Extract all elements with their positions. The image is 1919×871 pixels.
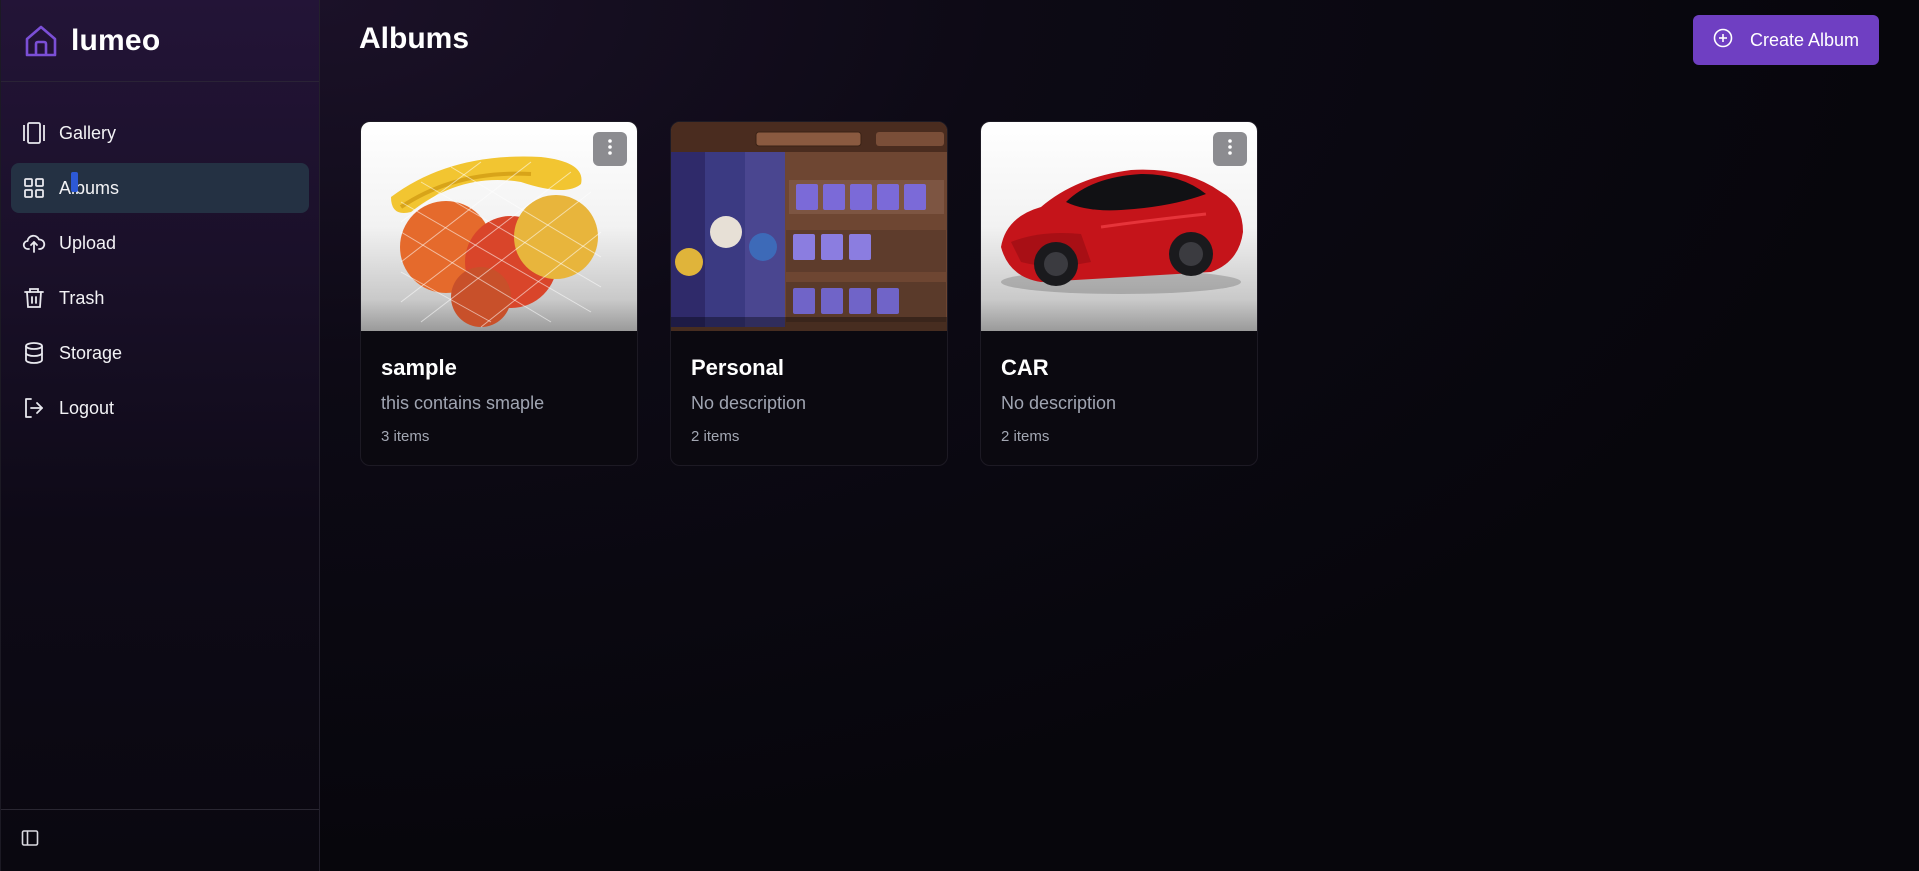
album-thumbnail[interactable]	[981, 122, 1257, 331]
sidebar-item-storage[interactable]: Storage	[11, 328, 309, 378]
logout-icon	[22, 396, 46, 420]
plus-circle-icon	[1713, 28, 1733, 53]
grid-icon	[22, 176, 46, 200]
more-vertical-icon	[1227, 138, 1233, 161]
sidebar-item-gallery[interactable]: Gallery	[11, 108, 309, 158]
album-description: No description	[691, 393, 807, 413]
album-grid: sample this contains smaple 3 items Pers…	[360, 121, 1258, 466]
album-card-sample[interactable]: sample this contains smaple 3 items	[360, 121, 638, 466]
game-screenshot-image	[671, 122, 947, 331]
trash-icon	[22, 286, 46, 310]
album-item-count: 2 items	[1001, 428, 1050, 445]
album-title: sample	[381, 355, 457, 380]
album-card-car[interactable]: CAR No description 2 items	[980, 121, 1258, 466]
sidebar-item-label: Storage	[59, 342, 123, 363]
sidebar-item-label: Logout	[59, 397, 115, 418]
sidebar-item-label: Trash	[59, 287, 105, 308]
main-content: Albums Create Album sample this contains…	[320, 0, 1919, 871]
text-cursor	[71, 172, 78, 192]
album-info: Personal No description 2 items	[671, 331, 947, 445]
album-description: this contains smaple	[381, 393, 545, 413]
app-shell: lumeo Gallery Albums Upload Trash Storag…	[0, 0, 1919, 871]
logo[interactable]: lumeo	[1, 0, 319, 82]
album-description: No description	[1001, 393, 1117, 413]
sidebar-nav: Gallery Albums Upload Trash Storage Logo…	[1, 82, 319, 433]
sidebar: lumeo Gallery Albums Upload Trash Storag…	[0, 0, 320, 871]
sidebar-item-albums[interactable]: Albums	[11, 163, 309, 213]
more-vertical-icon	[607, 138, 613, 161]
create-album-button[interactable]: Create Album	[1693, 15, 1879, 65]
album-item-count: 3 items	[381, 428, 430, 445]
cloud-upload-icon	[22, 231, 46, 255]
sidebar-item-trash[interactable]: Trash	[11, 273, 309, 323]
album-title: Personal	[691, 355, 784, 380]
sidebar-toggle-icon[interactable]	[21, 829, 39, 852]
app-name: lumeo	[71, 23, 161, 57]
sidebar-item-label: Albums	[59, 177, 120, 198]
sidebar-item-upload[interactable]: Upload	[11, 218, 309, 268]
album-card-personal[interactable]: Personal No description 2 items	[670, 121, 948, 466]
home-icon	[23, 23, 59, 59]
album-info: CAR No description 2 items	[981, 331, 1257, 445]
sidebar-item-logout[interactable]: Logout	[11, 383, 309, 433]
gallery-icon	[22, 121, 46, 145]
sidebar-footer	[1, 809, 319, 871]
album-info: sample this contains smaple 3 items	[361, 331, 637, 445]
sidebar-item-label: Gallery	[59, 122, 117, 143]
album-title: CAR	[1001, 355, 1049, 380]
sidebar-item-label: Upload	[59, 232, 117, 253]
album-thumbnail[interactable]	[361, 122, 637, 331]
database-icon	[22, 341, 46, 365]
album-item-count: 2 items	[691, 428, 740, 445]
album-menu-button[interactable]	[593, 132, 627, 166]
album-menu-button[interactable]	[1213, 132, 1247, 166]
page-title: Albums	[359, 22, 470, 55]
create-album-label: Create Album	[1750, 29, 1860, 50]
album-thumbnail[interactable]	[671, 122, 947, 331]
